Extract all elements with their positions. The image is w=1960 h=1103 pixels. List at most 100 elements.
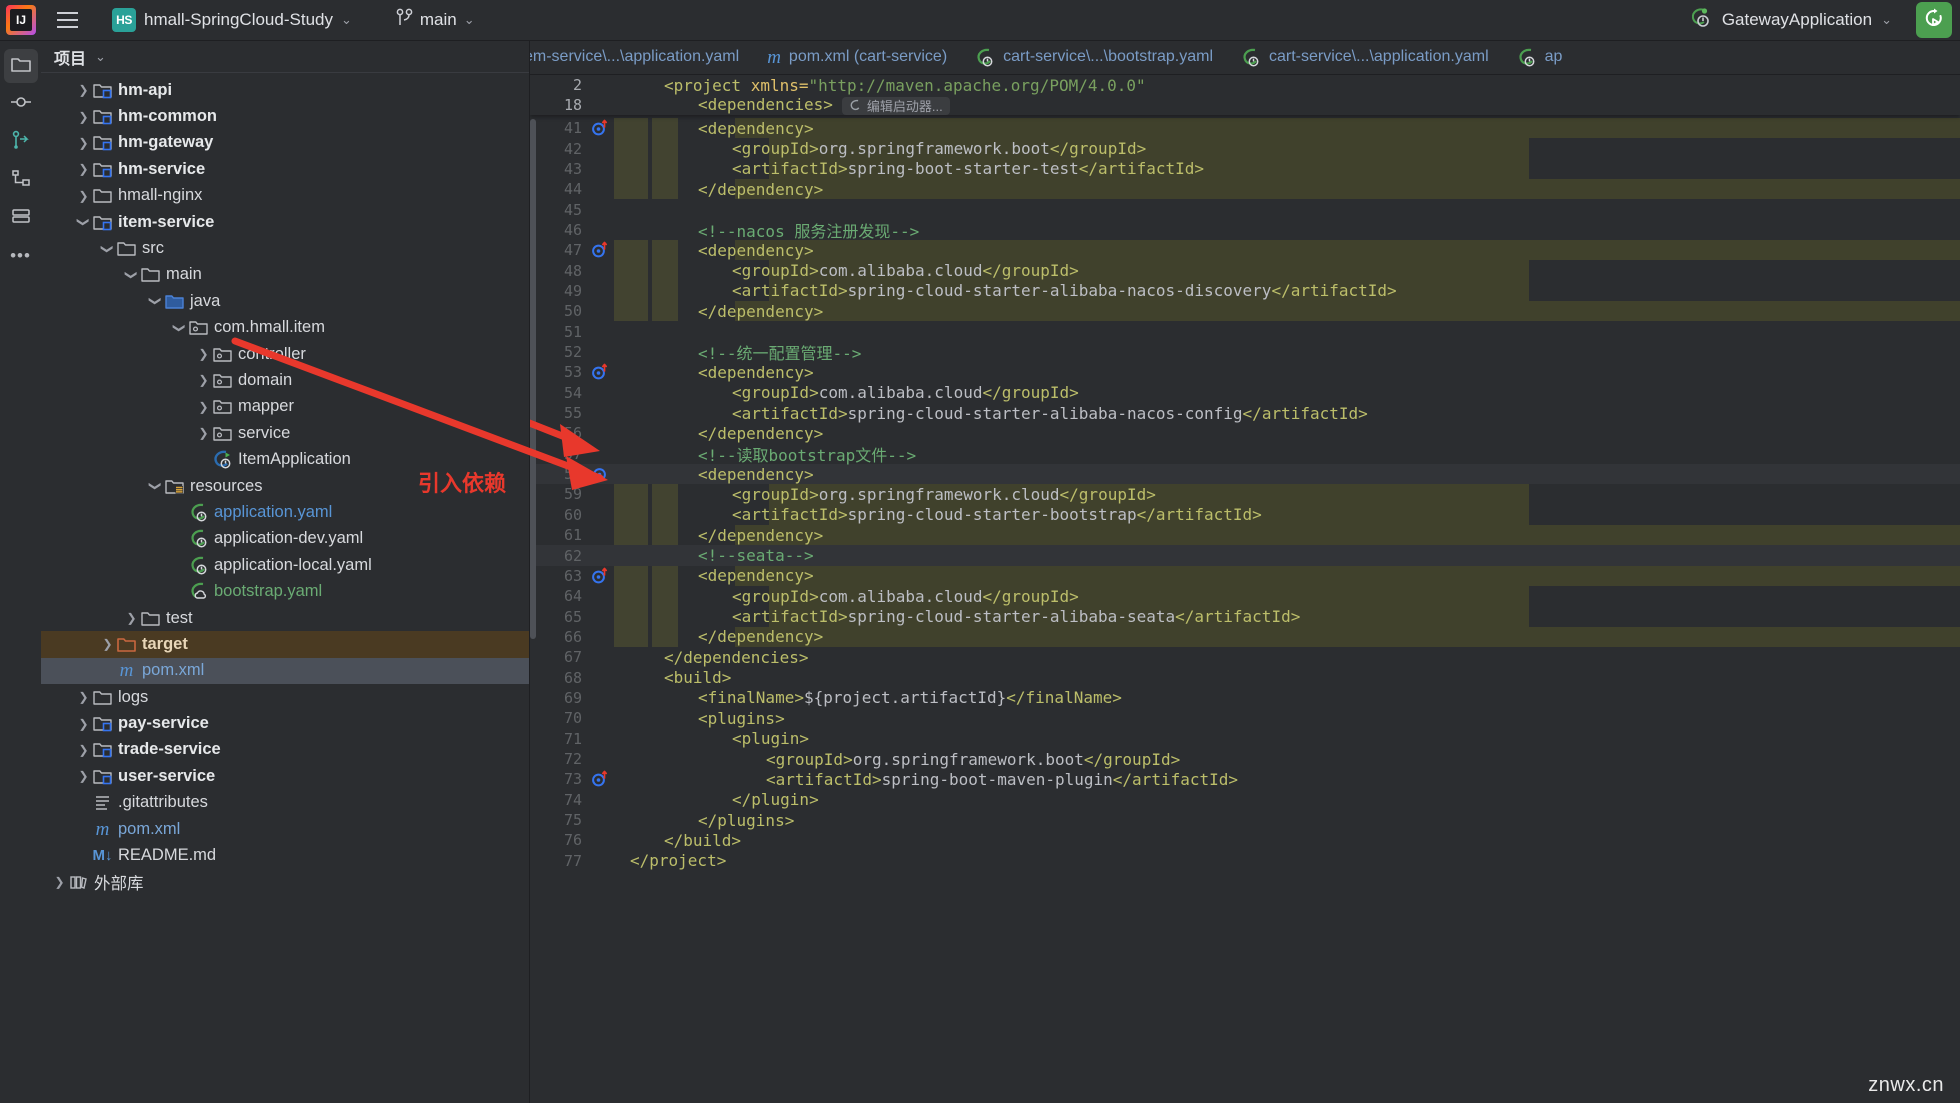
tree-row-application-local.yaml[interactable]: application-local.yaml — [41, 552, 529, 578]
code-line[interactable]: 2 <project xmlns="http://maven.apache.org… — [530, 75, 1960, 95]
sidebar-item-project[interactable] — [3, 49, 38, 83]
tree-row-bootstrap.yaml[interactable]: bootstrap.yaml — [41, 578, 529, 604]
tree-row-hmall-nginx[interactable]: ❯ hmall-nginx — [41, 183, 529, 209]
git-branch-selector[interactable]: main ⌄ — [388, 5, 483, 35]
code-line[interactable]: 70 <plugins> — [530, 708, 1960, 728]
code-line[interactable]: 73 <artifactId>spring-boot-maven-plugin</… — [530, 769, 1960, 789]
code-line[interactable]: 68 <build> — [530, 667, 1960, 687]
code-line[interactable]: 66 </dependency> — [530, 627, 1960, 647]
code-line[interactable]: 47 <dependency> — [530, 240, 1960, 260]
code-line[interactable]: 18 <dependencies> 编辑启动器... — [530, 95, 1960, 115]
chevron-right-icon[interactable]: ❯ — [75, 690, 92, 704]
chevron-right-icon[interactable]: ❯ — [75, 717, 92, 731]
sidebar-item-services[interactable] — [4, 201, 38, 235]
tree-row-java[interactable]: ❯ java — [41, 288, 529, 314]
code-line[interactable]: 51 — [530, 322, 1960, 342]
editor-tab-bar[interactable]: em-service\...\application.yaml m pom.xml … — [530, 41, 1960, 75]
editor-tab[interactable]: em-service\...\application.yaml — [530, 41, 753, 74]
sidebar-item-structure[interactable] — [4, 163, 38, 197]
chevron-down-icon[interactable]: ❯ — [77, 214, 91, 231]
code-line[interactable]: 60 <artifactId>spring-cloud-starter-boots… — [530, 505, 1960, 525]
chevron-right-icon[interactable]: ❯ — [195, 400, 212, 414]
tree-row-user-service[interactable]: ❯ user-service — [41, 763, 529, 789]
tree-row-target[interactable]: ❯ target — [41, 631, 529, 658]
code-line[interactable]: 61 </dependency> — [530, 525, 1960, 545]
code-line[interactable]: 44 </dependency> — [530, 179, 1960, 199]
tree-row-[interactable]: ❯ 外部库 — [41, 869, 529, 895]
chevron-down-icon[interactable]: ❯ — [101, 240, 115, 257]
spring-bean-nav-plain-icon[interactable] — [588, 465, 612, 483]
sidebar-item-pull-requests[interactable] — [4, 125, 38, 159]
code-line[interactable]: 75 </plugins> — [530, 810, 1960, 830]
inlay-hint[interactable]: 编辑启动器... — [841, 96, 950, 115]
tree-row-com.hmall.item[interactable]: ❯ com.hmall.item — [41, 315, 529, 341]
tree-row-README.md[interactable]: M↓ README.md — [41, 842, 529, 868]
tree-row-hm-gateway[interactable]: ❯ hm-gateway — [41, 130, 529, 156]
tree-row-service[interactable]: ❯ service — [41, 420, 529, 446]
code-line[interactable]: 41 <dependency> — [530, 118, 1960, 138]
chevron-right-icon[interactable]: ❯ — [51, 875, 68, 889]
tree-row-hm-common[interactable]: ❯ hm-common — [41, 103, 529, 129]
spring-bean-nav-icon[interactable] — [588, 770, 612, 788]
chevron-right-icon[interactable]: ❯ — [75, 83, 92, 97]
tree-row-hm-api[interactable]: ❯ hm-api — [41, 77, 529, 103]
chevron-down-icon[interactable]: ❯ — [173, 319, 187, 336]
tree-row-pom.xml[interactable]: m pom.xml — [41, 657, 529, 684]
editor-tab[interactable]: cart-service\...\application.yaml — [1227, 41, 1503, 74]
code-line[interactable]: 43 <artifactId>spring-boot-starter-test</… — [530, 159, 1960, 179]
code-line[interactable]: 54 <groupId>com.alibaba.cloud</groupId> — [530, 383, 1960, 403]
chevron-right-icon[interactable]: ❯ — [75, 162, 92, 176]
tree-row-pom.xml[interactable]: m pom.xml — [41, 816, 529, 842]
code-line[interactable]: 74 </plugin> — [530, 790, 1960, 810]
tree-row-mapper[interactable]: ❯ mapper — [41, 394, 529, 420]
code-line[interactable]: 55 <artifactId>spring-cloud-starter-aliba… — [530, 403, 1960, 423]
code-line[interactable]: 52 <!--统一配置管理--> — [530, 342, 1960, 363]
code-line[interactable]: 65 <artifactId>spring-cloud-starter-aliba… — [530, 606, 1960, 626]
chevron-down-icon[interactable]: ❯ — [149, 478, 163, 495]
code-line[interactable]: 72 <groupId>org.springframework.boot</gro… — [530, 749, 1960, 769]
tree-row-logs[interactable]: ❯ logs — [41, 684, 529, 710]
code-line[interactable]: 45 — [530, 199, 1960, 219]
code-line[interactable]: 63 <dependency> — [530, 566, 1960, 586]
code-line[interactable]: 58 <dependency> — [530, 464, 1960, 484]
sidebar-item-commit[interactable] — [4, 87, 38, 121]
code-line[interactable]: 71 <plugin> — [530, 729, 1960, 749]
code-line[interactable]: 48 <groupId>com.alibaba.cloud</groupId> — [530, 260, 1960, 280]
chevron-right-icon[interactable]: ❯ — [123, 611, 140, 625]
chevron-right-icon[interactable]: ❯ — [75, 743, 92, 757]
chevron-right-icon[interactable]: ❯ — [75, 769, 92, 783]
code-line[interactable]: 59 <groupId>org.springframework.cloud</gr… — [530, 484, 1960, 504]
editor-tab[interactable]: m pom.xml (cart-service) — [753, 41, 961, 74]
code-editor[interactable]: 2 <project xmlns="http://maven.apache.org… — [530, 75, 1960, 1103]
tree-row-src[interactable]: ❯ src — [41, 235, 529, 261]
chevron-right-icon[interactable]: ❯ — [99, 637, 116, 651]
tree-row-trade-service[interactable]: ❯ trade-service — [41, 737, 529, 763]
tree-row-domain[interactable]: ❯ domain — [41, 367, 529, 393]
code-line[interactable]: 76 </build> — [530, 830, 1960, 850]
sidebar-item-more[interactable]: ••• — [4, 239, 38, 273]
code-line[interactable]: 46 <!--nacos 服务注册发现--> — [530, 220, 1960, 241]
project-tree[interactable]: ❯ hm-api ❯ hm-common ❯ hm-gateway ❯ hm-service ❯… — [41, 73, 529, 1103]
code-line[interactable]: 64 <groupId>com.alibaba.cloud</groupId> — [530, 586, 1960, 606]
code-line[interactable]: 77 </project> — [530, 851, 1960, 871]
tree-row-hm-service[interactable]: ❯ hm-service — [41, 156, 529, 182]
code-line[interactable]: 49 <artifactId>spring-cloud-starter-aliba… — [530, 281, 1960, 301]
editor-tab[interactable]: cart-service\...\bootstrap.yaml — [961, 41, 1227, 74]
editor-scrollbar[interactable] — [530, 119, 536, 639]
chevron-right-icon[interactable]: ❯ — [75, 189, 92, 203]
project-selector[interactable]: HS hmall-SpringCloud-Study ⌄ — [104, 5, 360, 35]
tree-row-.gitattributes[interactable]: .gitattributes — [41, 790, 529, 816]
code-line[interactable]: 62 <!--seata--> — [530, 545, 1960, 565]
editor-tab[interactable]: ap — [1503, 41, 1577, 74]
code-line[interactable]: 53 <dependency> — [530, 362, 1960, 382]
hamburger-menu-icon[interactable] — [50, 3, 84, 37]
code-line[interactable]: 57 <!--读取bootstrap文件--> — [530, 444, 1960, 465]
chevron-right-icon[interactable]: ❯ — [195, 373, 212, 387]
chevron-down-icon[interactable]: ❯ — [125, 266, 139, 283]
chevron-right-icon[interactable]: ❯ — [75, 110, 92, 124]
tree-row-application.yaml[interactable]: application.yaml — [41, 499, 529, 525]
code-line[interactable]: 67 </dependencies> — [530, 647, 1960, 667]
code-line[interactable]: 42 <groupId>org.springframework.boot</gro… — [530, 138, 1960, 158]
code-line[interactable]: 50 </dependency> — [530, 301, 1960, 321]
spring-bean-nav-icon[interactable] — [588, 567, 612, 585]
